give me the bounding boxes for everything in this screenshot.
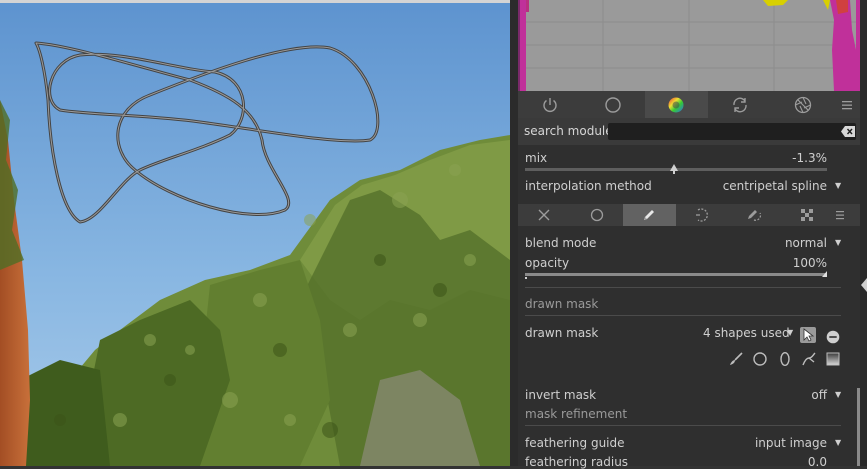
divider [525,287,841,288]
minus-circle-icon [826,330,840,344]
mix-label: mix [525,151,548,165]
module-group-tabs [518,91,860,118]
remove-mask-button[interactable] [825,329,841,345]
search-module-input[interactable] [608,123,856,140]
mask-tab-parametric[interactable] [676,204,729,226]
module-groups-menu[interactable] [834,91,859,118]
panel-scrollbar-thumb[interactable] [857,388,860,466]
collapse-panel-arrow[interactable] [861,278,867,292]
invert-mask-value[interactable]: off [811,388,827,402]
circle-icon [605,96,621,113]
circle-shape-icon [753,352,767,366]
aperture-icon [794,96,811,113]
blend-mask-tabs [518,204,860,226]
power-icon [542,97,557,112]
mix-value: -1.3% [792,151,827,165]
gradient-shape-icon [826,352,840,366]
panel-divider[interactable] [510,0,518,466]
blend-mode-dropdown-arrow[interactable]: ▼ [835,238,841,247]
divider [525,425,841,426]
feathering-radius-label: feathering radius [525,455,629,469]
histogram-graph [518,0,860,91]
blend-mask-menu[interactable] [833,204,847,226]
tab-active-modules[interactable] [518,91,581,118]
right-panel: search module mix -1.3% interpolation me… [518,0,860,469]
image-canvas[interactable] [0,0,510,466]
add-circle-button[interactable] [752,351,768,367]
pencil-drawn-mask-icon [644,210,655,220]
tab-effect-modules[interactable] [771,91,834,118]
opacity-slider-marker[interactable] [822,271,827,277]
mask-tab-drawn-parametric[interactable] [728,204,781,226]
histogram[interactable] [518,0,860,91]
mask-refinement-section-title: mask refinement [525,407,628,421]
mix-slider[interactable] [525,164,827,176]
tab-correct-modules[interactable] [708,91,771,118]
drawn-parametric-icon [748,210,762,221]
mix-slider-marker[interactable] [670,164,679,171]
hamburger-menu-icon [836,211,844,220]
shapes-used-value[interactable]: 4 shapes used [703,326,790,340]
mask-tab-raster[interactable] [781,204,834,226]
interpolation-dropdown-arrow[interactable]: ▼ [835,181,841,190]
path-shape-icon [802,352,816,366]
mask-tab-drawn[interactable] [623,204,676,226]
ellipse-shape-icon [780,351,790,367]
search-module-label: search module [524,124,613,138]
divider [525,315,841,316]
color-wheel-icon [668,97,684,112]
off-x-icon [538,209,550,221]
feathering-radius-value[interactable]: 0.0 [808,455,827,469]
blend-mode-value[interactable]: normal [785,236,827,250]
drawn-mask-section-title: drawn mask [525,297,599,311]
add-gradient-button[interactable] [825,351,841,367]
uniform-circle-icon [590,208,603,222]
mask-tab-uniform[interactable] [571,204,624,226]
add-brush-button[interactable] [728,351,744,367]
mix-slider-marker-stem [673,171,676,174]
invert-mask-dropdown-arrow[interactable]: ▼ [835,390,841,399]
add-path-button[interactable] [801,351,817,367]
search-module-row: search module [518,118,860,145]
invert-mask-label: invert mask [525,388,597,402]
panel-scrollbar[interactable] [860,0,867,466]
interpolation-method-label: interpolation method [525,179,652,193]
feathering-guide-label: feathering guide [525,436,625,450]
interpolation-method-value[interactable]: centripetal spline [723,179,827,193]
parametric-mask-icon [695,208,708,222]
photo-and-drawn-mask [0,0,510,466]
feathering-guide-value[interactable]: input image [755,436,827,450]
feathering-guide-dropdown-arrow[interactable]: ▼ [835,438,841,447]
brush-icon [730,352,743,365]
shapes-used-dropdown-arrow[interactable]: ▼ [787,328,793,337]
add-ellipse-button[interactable] [777,351,793,367]
opacity-value: 100% [792,256,827,270]
tab-color-modules[interactable] [644,91,708,118]
search-clear-button[interactable] [840,125,856,138]
edit-mask-cursor-icon [803,328,815,342]
opacity-label: opacity [525,256,570,270]
clear-input-icon [841,126,855,137]
show-edit-masks-button[interactable] [800,327,816,343]
drawn-mask-label: drawn mask [525,326,599,340]
opacity-slider-fill [525,273,827,276]
opacity-slider-min-tick [525,277,527,279]
opacity-slider[interactable] [525,270,827,280]
hamburger-menu-icon [841,100,852,109]
mask-tab-off[interactable] [518,204,571,226]
blend-mode-label: blend mode [525,236,597,250]
raster-mask-icon [800,209,813,221]
rotate-arrows-icon [732,97,747,112]
tab-base-modules[interactable] [581,91,644,118]
